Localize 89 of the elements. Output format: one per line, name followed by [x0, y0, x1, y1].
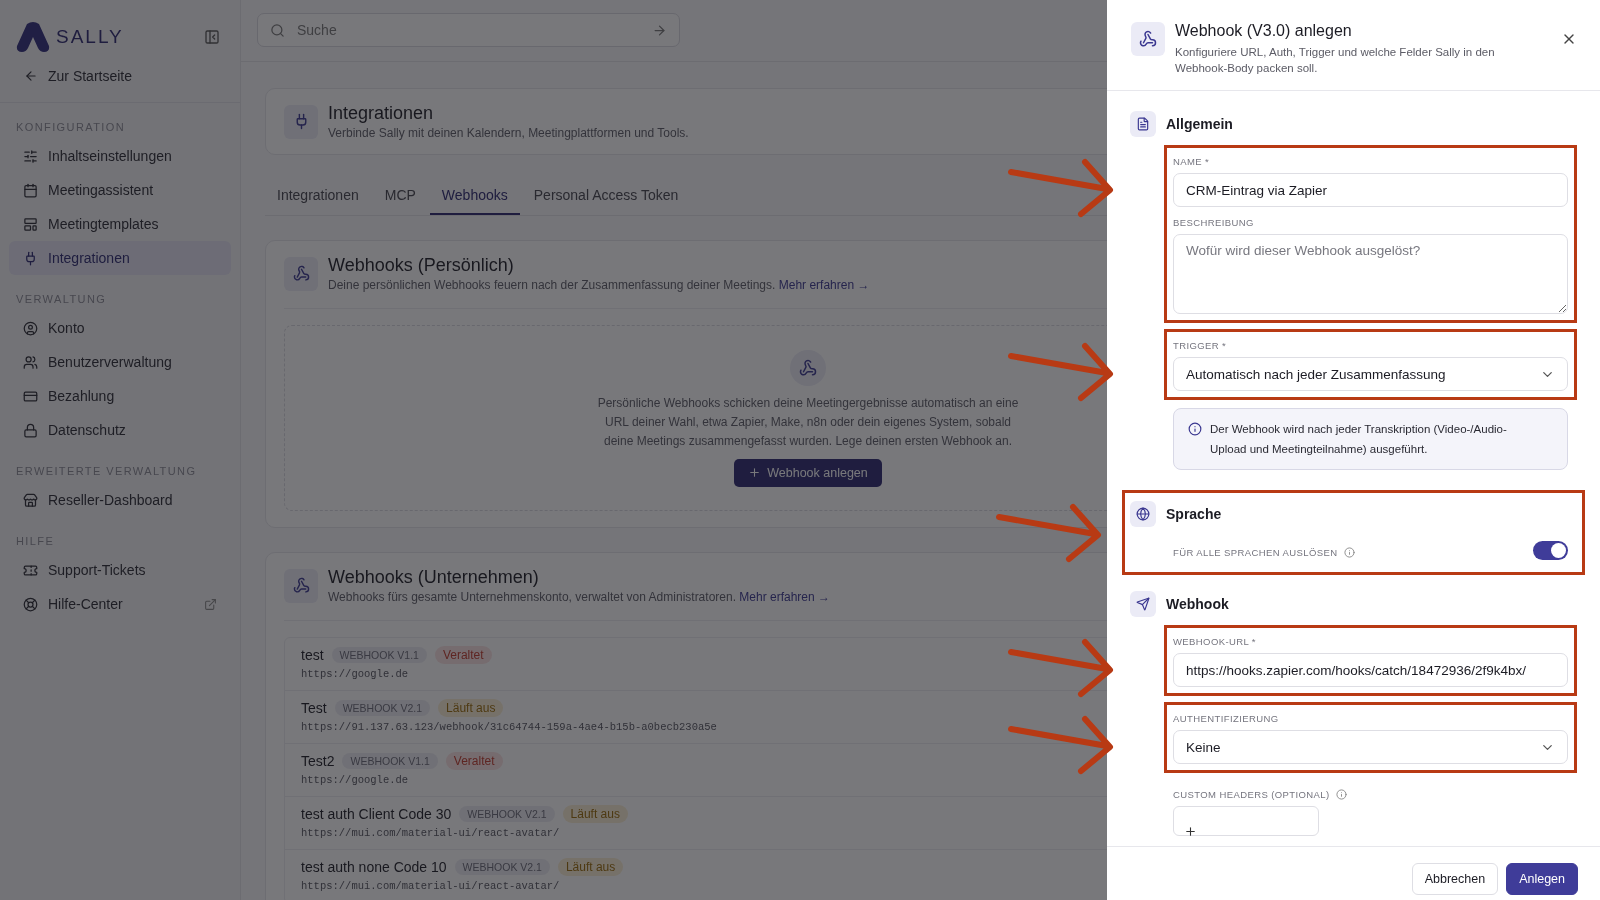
select-field[interactable]: Automatisch nach jeder Zusammenfassung: [1173, 357, 1568, 391]
status-tag: Läuft aus: [438, 699, 504, 717]
webhook-name: Test2: [301, 753, 335, 769]
nav-item[interactable]: Bezahlung: [9, 379, 231, 413]
store-icon: [23, 492, 38, 508]
nav-item[interactable]: Hilfe-Center: [9, 587, 231, 621]
field-label: BESCHREIBUNG: [1173, 217, 1254, 228]
field-label: WEBHOOK-URL *: [1173, 636, 1256, 647]
tab[interactable]: MCP: [372, 179, 428, 215]
drawer-subtitle: Konfiguriere URL, Auth, Trigger und welche Felder Sally in den Webhook-Body packen soll.: [1175, 45, 1496, 76]
webhook-url: https://91.137.63.123/webhook/31c64744-159a-4ae4-b15b-a0becb230a5e: [301, 721, 717, 733]
search-field[interactable]: Suche: [257, 13, 680, 47]
webhook-name: test auth none Code 10: [301, 859, 447, 875]
webhook-url: https://mui.com/material-ui/react-avatar/: [301, 880, 560, 892]
info-note: Der Webhook wird nach jeder Transkription (Video-/Audio-Upload und Meetingteilnahme) ausgeführt.: [1173, 408, 1568, 470]
nav-item[interactable]: Reseller-Dashboard: [9, 483, 231, 517]
section-description: Deine persönlichen Webhooks feuern nach der Zusammenfassung deiner Meetings. Mehr erfahren →: [328, 278, 870, 292]
search-input[interactable]: Suche: [295, 21, 642, 39]
page-subtitle: Verbinde Sally mit deinen Kalendern, Meetingplattformen und Tools.: [328, 126, 689, 140]
webhook-icon: [799, 358, 817, 377]
info-icon: [1188, 422, 1202, 436]
toggle-switch[interactable]: [1533, 541, 1568, 560]
cancel-button[interactable]: Abbrechen: [1411, 862, 1499, 895]
logo-icon: [16, 22, 50, 52]
back-link[interactable]: Zur Startseite: [0, 60, 240, 103]
nav-item[interactable]: Integrationen: [9, 241, 231, 275]
learn-more-link[interactable]: Mehr erfahren →: [739, 590, 831, 604]
field-label: FÜR ALLE SPRACHEN AUSLÖSEN: [1173, 547, 1338, 558]
ticket-icon: [23, 562, 38, 578]
plus-icon: [1184, 824, 1197, 838]
tab[interactable]: Webhooks: [429, 179, 520, 215]
field-label: AUTHENTIFIZIERUNG: [1173, 713, 1279, 724]
send-icon: [1136, 597, 1150, 611]
page-title: Integrationen: [328, 103, 435, 124]
webhook-url: https://mui.com/material-ui/react-avatar/: [301, 827, 560, 839]
nav-item[interactable]: Konto: [9, 311, 231, 345]
search-icon: [270, 22, 285, 38]
textarea-field[interactable]: Wofür wird dieser Webhook ausgelöst?: [1173, 234, 1568, 314]
status-tag: Veraltet: [445, 752, 503, 770]
plus-icon: [748, 466, 762, 479]
webhook-name: test: [301, 647, 324, 663]
section-title: Webhooks (Unternehmen): [328, 567, 540, 588]
status-tag: Läuft aus: [562, 805, 628, 823]
layout-icon: [23, 216, 38, 232]
section-heading: Sprache: [1166, 506, 1222, 522]
field-label: CUSTOM HEADERS (OPTIONAL): [1173, 789, 1330, 800]
nav-item[interactable]: Meetingtemplates: [9, 207, 231, 241]
create-button[interactable]: Anlegen: [1506, 862, 1578, 895]
learn-more-link[interactable]: Mehr erfahren →: [778, 278, 870, 292]
calendar-icon: [23, 182, 38, 198]
webhook-icon: [1139, 30, 1157, 48]
nav-item[interactable]: Support-Tickets: [9, 553, 231, 587]
select-field[interactable]: Keine: [1173, 730, 1568, 764]
status-tag: Läuft aus: [557, 858, 624, 876]
collapse-sidebar-icon[interactable]: [204, 29, 220, 45]
nav-item[interactable]: Benutzerverwaltung: [9, 345, 231, 379]
nav-item[interactable]: Meetingassistent: [9, 173, 231, 207]
webhook-url: https://google.de: [301, 774, 409, 786]
status-tag: Veraltet: [434, 646, 492, 664]
create-webhook-button[interactable]: Webhook anlegen: [734, 458, 882, 487]
plug-icon: [23, 250, 38, 266]
webhook-icon: [292, 265, 310, 282]
nav-item[interactable]: Inhaltseinstellungen: [9, 139, 231, 173]
lock-icon: [23, 422, 38, 438]
logo-text: SALLY: [56, 26, 124, 48]
section-heading: Allgemein: [1166, 116, 1233, 132]
tab[interactable]: Personal Access Token: [521, 179, 691, 215]
user-circle-icon: [23, 320, 38, 336]
webhook-name: test auth Client Code 30: [301, 806, 452, 822]
field-label: TRIGGER *: [1173, 340, 1227, 351]
drawer-title: Webhook (V3.0) anlegen: [1175, 22, 1353, 40]
globe-icon: [1136, 507, 1150, 521]
section-title: Webhooks (Persönlich): [328, 255, 515, 276]
section-description: Webhooks fürs gesamte Unternehmenskonto, verwaltet von Administratoren. Mehr erfahren →: [328, 590, 831, 604]
nav-item[interactable]: Datenschutz: [9, 413, 231, 447]
document-icon: [1136, 117, 1150, 131]
input-field[interactable]: https://hooks.zapier.com/hooks/catch/18472936/2f9k4bx/: [1173, 653, 1568, 687]
input-field[interactable]: CRM-Eintrag via Zapier: [1173, 173, 1568, 207]
sliders-icon: [23, 148, 38, 164]
webhook-name: Test: [301, 700, 327, 716]
credit-card-icon: [23, 388, 38, 404]
tab[interactable]: Integrationen: [265, 179, 371, 215]
webhook-icon: [292, 577, 310, 594]
empty-state-text: Persönliche Webhooks schicken deine Meetingergebnisse automatisch an eine URL deiner Wahl, etwa Zapier, Make, n8n oder dein eigenes System, sobald deine Meetings zusammengefasst wurden. Lege deinen ersten Webhook an.: [596, 394, 1020, 450]
field-label: NAME *: [1173, 156, 1210, 167]
lifebuoy-icon: [23, 596, 38, 612]
webhook-url: https://google.de: [301, 668, 409, 680]
users-icon: [23, 354, 38, 370]
section-heading: Webhook: [1166, 596, 1229, 612]
